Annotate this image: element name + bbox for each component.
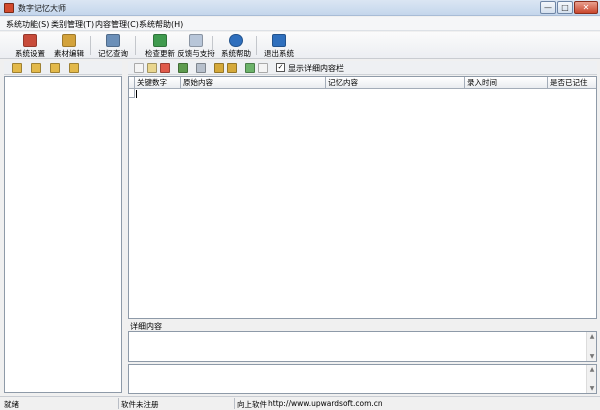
scrollbar[interactable]: ▲ ▼: [586, 365, 596, 393]
toolbar-separator: [212, 36, 213, 55]
delete-folder-icon[interactable]: [69, 63, 79, 73]
memory-query-label: 记忆查询: [98, 49, 128, 58]
minimize-button[interactable]: —: [540, 1, 556, 14]
settings-icon: [23, 34, 37, 47]
content-toolbar: ✓ 显示详细内容栏: [128, 61, 597, 75]
detail-textarea-memory[interactable]: ▲ ▼: [128, 364, 597, 394]
status-company: 向上软件: [237, 400, 267, 409]
menu-content[interactable]: 内容管理(C): [95, 19, 139, 30]
status-divider: [118, 398, 119, 409]
column-header[interactable]: 关键数字: [135, 77, 181, 89]
column-header[interactable]: 录入时间: [465, 77, 548, 89]
title-bar: 数字记忆大师 — □ ✕: [0, 0, 600, 16]
export-icon[interactable]: [227, 63, 237, 73]
delete-icon[interactable]: [160, 63, 170, 73]
detail-textarea-original[interactable]: ▲ ▼: [128, 331, 597, 362]
menu-system[interactable]: 系统功能(S): [6, 19, 49, 30]
notes-icon[interactable]: [258, 63, 268, 73]
help-icon: [229, 34, 243, 47]
print-icon[interactable]: [196, 63, 206, 73]
grid-header: 关键数字 原始内容 记忆内容 录入时间 是否已记住: [129, 77, 596, 89]
exit-system-label: 退出系统: [264, 49, 294, 58]
column-header[interactable]: 原始内容: [181, 77, 326, 89]
status-bar: 就绪 软件未注册 向上软件 http://www.upwardsoft.com.…: [0, 396, 600, 410]
memory-query-button[interactable]: 记忆查询: [91, 33, 135, 58]
main-toolbar: 系统设置 素材编辑 记忆查询 检查更新 反馈与支持 系统帮助 退出系统: [0, 32, 600, 59]
status-registration: 软件未注册: [121, 400, 159, 409]
window-title: 数字记忆大师: [18, 4, 66, 13]
toolbar-separator: [135, 36, 136, 55]
detail-panel: 详细内容 ▲ ▼ ▲ ▼: [128, 321, 597, 394]
mail-icon: [189, 34, 203, 47]
edit-caret: [136, 90, 137, 98]
system-settings-button[interactable]: 系统设置: [8, 33, 52, 58]
menu-category[interactable]: 类别管理(T): [51, 19, 94, 30]
import-icon[interactable]: [214, 63, 224, 73]
edit-icon[interactable]: [147, 63, 157, 73]
column-header[interactable]: 记忆内容: [326, 77, 465, 89]
material-edit-button[interactable]: 素材编辑: [47, 33, 91, 58]
close-button[interactable]: ✕: [574, 1, 598, 14]
row-indicator: [129, 89, 135, 98]
save-icon[interactable]: [178, 63, 188, 73]
category-toolbar: [4, 61, 122, 75]
scroll-up-icon[interactable]: ▲: [587, 333, 597, 340]
edit-icon: [62, 34, 76, 47]
globe-update-icon: [153, 34, 167, 47]
column-header[interactable]: 是否已记住: [548, 77, 597, 89]
app-icon: [4, 3, 14, 13]
new-icon[interactable]: [134, 63, 144, 73]
material-edit-label: 素材编辑: [54, 49, 84, 58]
scroll-down-icon[interactable]: ▼: [587, 385, 597, 392]
document-search-icon: [106, 34, 120, 47]
system-help-button[interactable]: 系统帮助: [214, 33, 258, 58]
maximize-button[interactable]: □: [557, 1, 573, 14]
status-state: 就绪: [4, 400, 19, 409]
folder-icon[interactable]: [31, 63, 41, 73]
show-detail-label: 显示详细内容栏: [288, 64, 344, 73]
scroll-up-icon[interactable]: ▲: [587, 366, 597, 373]
scrollbar[interactable]: ▲ ▼: [586, 332, 596, 361]
status-divider: [234, 398, 235, 409]
refresh-icon[interactable]: [245, 63, 255, 73]
system-help-label: 系统帮助: [221, 49, 251, 58]
category-tree[interactable]: [4, 76, 122, 393]
add-folder-icon[interactable]: [12, 63, 22, 73]
menu-bar: 系统功能(S) 类别管理(T) 内容管理(C) 系统帮助(H): [0, 17, 600, 31]
edit-folder-icon[interactable]: [50, 63, 60, 73]
menu-help[interactable]: 系统帮助(H): [139, 19, 183, 30]
content-grid[interactable]: 关键数字 原始内容 记忆内容 录入时间 是否已记住: [128, 76, 597, 319]
status-website: http://www.upwardsoft.com.cn: [268, 399, 383, 408]
system-settings-label: 系统设置: [15, 49, 45, 58]
show-detail-checkbox[interactable]: ✓: [276, 63, 285, 72]
exit-icon: [272, 34, 286, 47]
exit-system-button[interactable]: 退出系统: [257, 33, 301, 58]
scroll-down-icon[interactable]: ▼: [587, 353, 597, 360]
